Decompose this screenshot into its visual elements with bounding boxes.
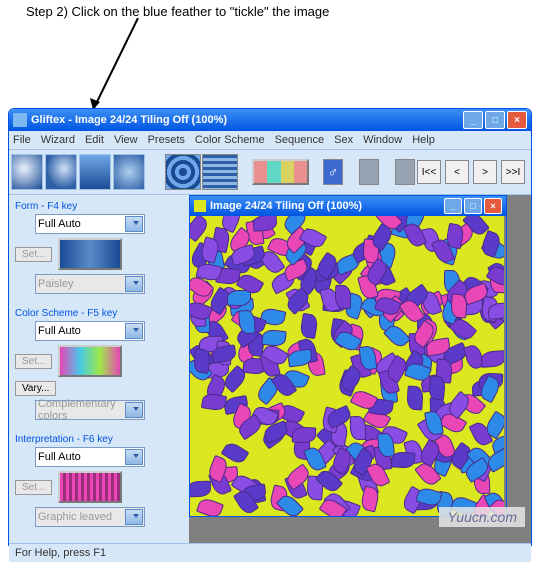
window-title: Gliftex - Image 24/24 Tiling Off (100%) — [31, 114, 227, 126]
annotation-text: Step 2) Click on the blue feather to "ti… — [26, 4, 329, 19]
color-preview — [58, 345, 122, 377]
app-icon — [13, 113, 27, 127]
doc-maximize[interactable]: □ — [464, 198, 482, 214]
status-bar: For Help, press F1 — [9, 543, 531, 562]
status-text: For Help, press F1 — [15, 547, 106, 559]
interp-panel: Interpretation - F6 key Full Auto Set...… — [15, 434, 183, 527]
gray-button-1[interactable] — [359, 159, 379, 185]
close-button[interactable]: × — [507, 111, 527, 129]
menu-file[interactable]: File — [13, 134, 31, 146]
doc-close[interactable]: × — [484, 198, 502, 214]
watermark: Yuucn.com — [439, 507, 525, 527]
annotation-arrow — [48, 18, 148, 118]
sidebar: Form - F4 key Full Auto Set... Paisley C… — [9, 195, 189, 543]
interp-combo[interactable]: Full Auto — [35, 447, 145, 467]
color-panel: Color Scheme - F5 key Full Auto Set... V… — [15, 308, 183, 420]
form-combo[interactable]: Full Auto — [35, 214, 145, 234]
form-set-button[interactable]: Set... — [15, 247, 52, 262]
app-window: Gliftex - Image 24/24 Tiling Off (100%) … — [8, 108, 532, 546]
color-combo-disabled: Complementary colors — [35, 400, 145, 420]
interp-preview — [58, 471, 122, 503]
document-window[interactable]: Image 24/24 Tiling Off (100%) _ □ × — [189, 195, 507, 517]
form-combo-disabled: Paisley — [35, 274, 145, 294]
menu-wizard[interactable]: Wizard — [41, 134, 75, 146]
form-label: Form - F4 key — [15, 201, 183, 212]
title-bar[interactable]: Gliftex - Image 24/24 Tiling Off (100%) … — [9, 109, 531, 131]
menu-presets[interactable]: Presets — [148, 134, 185, 146]
doc-minimize[interactable]: _ — [444, 198, 462, 214]
interp-combo-disabled: Graphic leaved — [35, 507, 145, 527]
menu-view[interactable]: View — [114, 134, 138, 146]
swatch-2[interactable] — [202, 154, 238, 190]
nav-first[interactable]: I<< — [417, 160, 441, 184]
palette-well[interactable] — [252, 159, 309, 185]
nav-prev[interactable]: < — [445, 160, 469, 184]
menu-help[interactable]: Help — [412, 134, 435, 146]
maximize-button[interactable]: □ — [485, 111, 505, 129]
color-set-button[interactable]: Set... — [15, 354, 52, 369]
doc-title: Image 24/24 Tiling Off (100%) — [210, 200, 362, 212]
color-combo[interactable]: Full Auto — [35, 321, 145, 341]
tool-button-1[interactable] — [11, 154, 43, 190]
male-icon[interactable]: ♂ — [323, 159, 343, 185]
doc-icon — [194, 200, 206, 212]
vary-button[interactable]: Vary... — [15, 381, 56, 396]
color-label: Color Scheme - F5 key — [15, 308, 183, 319]
interp-set-button[interactable]: Set... — [15, 480, 52, 495]
menu-bar: File Wizard Edit View Presets Color Sche… — [9, 131, 531, 149]
form-preview — [58, 238, 122, 270]
gray-button-2[interactable] — [395, 159, 415, 185]
nav-next[interactable]: > — [473, 160, 497, 184]
interp-label: Interpretation - F6 key — [15, 434, 183, 445]
minimize-button[interactable]: _ — [463, 111, 483, 129]
form-panel: Form - F4 key Full Auto Set... Paisley — [15, 201, 183, 294]
swatch-1[interactable] — [165, 154, 201, 190]
menu-edit[interactable]: Edit — [85, 134, 104, 146]
menu-sequence[interactable]: Sequence — [275, 134, 325, 146]
doc-title-bar[interactable]: Image 24/24 Tiling Off (100%) _ □ × — [190, 196, 506, 216]
canvas-area: Image 24/24 Tiling Off (100%) _ □ × — [189, 195, 531, 543]
nav-last[interactable]: >>I — [501, 160, 525, 184]
tool-button-4[interactable] — [113, 154, 145, 190]
menu-color-scheme[interactable]: Color Scheme — [195, 134, 265, 146]
tool-button-3[interactable] — [79, 154, 111, 190]
menu-sex[interactable]: Sex — [334, 134, 353, 146]
canvas-image[interactable] — [190, 216, 504, 516]
menu-window[interactable]: Window — [363, 134, 402, 146]
toolbar: ♂ I<< < > >>I — [9, 149, 531, 195]
feather-button[interactable] — [45, 154, 77, 190]
